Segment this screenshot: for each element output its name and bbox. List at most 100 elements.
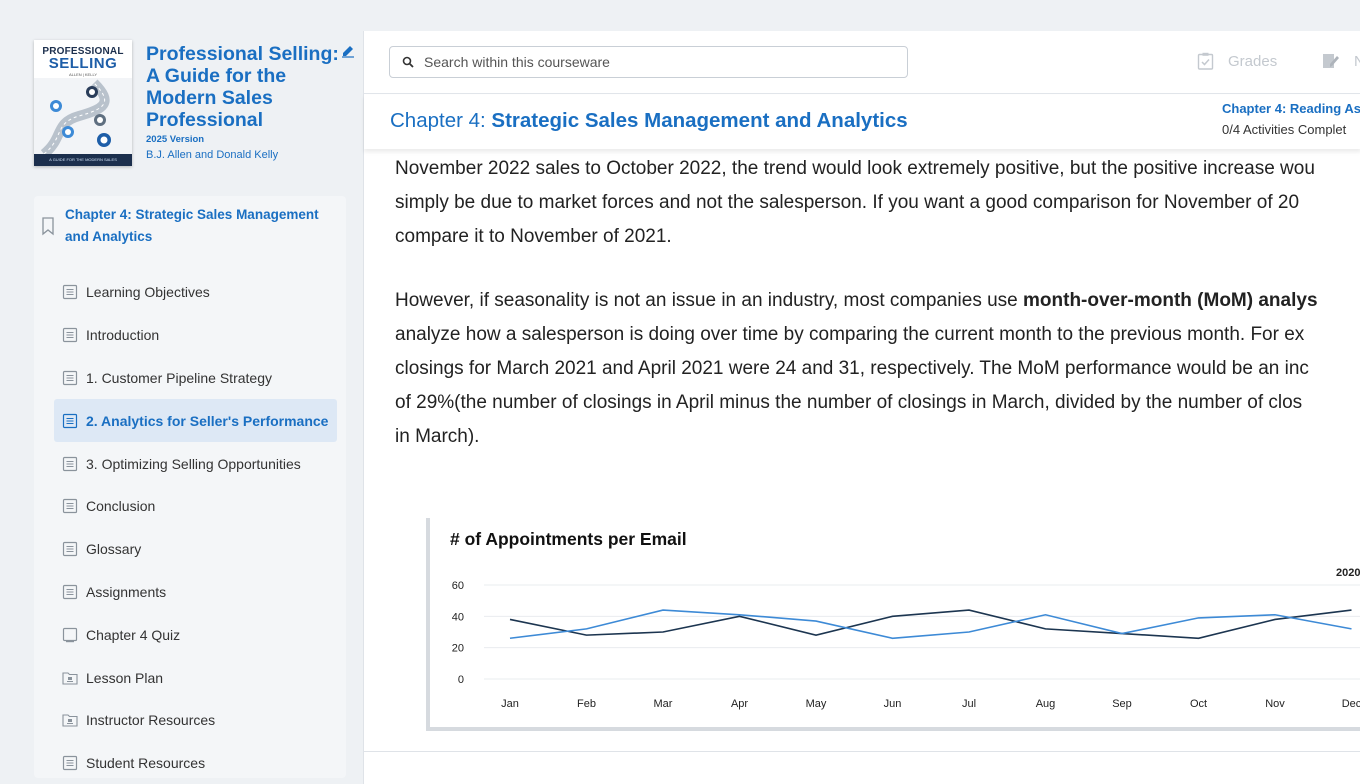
- toc-item[interactable]: Assignments: [34, 571, 346, 614]
- x-tick-label: Nov: [1265, 698, 1285, 710]
- toc-item-label: 3. Optimizing Selling Opportunities: [86, 455, 301, 472]
- toc-item-label: Conclusion: [86, 498, 156, 515]
- paragraph-text: However, if seasonality is not an issue …: [395, 290, 1024, 311]
- x-tick-label: Jul: [962, 698, 976, 710]
- toc-item[interactable]: 3. Optimizing Selling Opportunities: [34, 442, 346, 485]
- chapter-title: Strategic Sales Management and Analytics: [491, 109, 908, 132]
- activities-progress: 0/4 Activities Complet: [1222, 122, 1347, 137]
- book-header: PROFESSIONAL SELLING ALLEN | KELLY A GUI…: [34, 40, 354, 170]
- toc-item[interactable]: Lesson Plan: [34, 656, 346, 699]
- page-icon: [62, 370, 78, 386]
- bookmark-icon[interactable]: [40, 216, 56, 236]
- cover-authors: ALLEN | KELLY: [68, 72, 98, 77]
- y-tick-label: 20: [452, 643, 464, 655]
- toc-item-label: Student Resources: [86, 755, 206, 772]
- folder-icon: [62, 672, 78, 685]
- toc-item[interactable]: Learning Objectives: [34, 271, 346, 314]
- toc-item[interactable]: Chapter 4 Quiz: [34, 613, 346, 656]
- x-tick-label: Aug: [1036, 698, 1056, 710]
- clipboard-check-icon: [1197, 52, 1214, 70]
- toc-chapter-title[interactable]: Chapter 4: Strategic Sales Management an…: [65, 204, 330, 248]
- page-icon: [62, 756, 78, 771]
- toc-item-label: 1. Customer Pipeline Strategy: [86, 369, 272, 386]
- chapter-heading: Chapter 4: Strategic Sales Management an…: [390, 109, 908, 133]
- x-tick-label: May: [806, 698, 827, 710]
- toc-item-label: Lesson Plan: [86, 669, 164, 686]
- toc-item[interactable]: Glossary: [34, 528, 346, 571]
- quiz-icon: [62, 627, 78, 642]
- grades-label: Grades: [1228, 52, 1278, 70]
- toc-item-list: Learning Objectives Introduction 1. Custom…: [34, 271, 346, 778]
- folder-icon: [62, 714, 78, 727]
- paragraph-line: in March).: [395, 426, 480, 447]
- toc-item-label: Learning Objectives: [86, 284, 210, 301]
- y-tick-label: 40: [452, 611, 464, 623]
- reader-pane: Grades No Chapter 4: Strategic Sales Man…: [363, 31, 1360, 784]
- x-tick-label: Mar: [654, 698, 673, 710]
- toc-item-label: Chapter 4 Quiz: [86, 626, 181, 643]
- book-authors: B.J. Allen and Donald Kelly: [146, 149, 279, 161]
- toc-item[interactable]: Student Resources: [34, 742, 346, 778]
- x-tick-label: Dec: [1342, 698, 1360, 710]
- y-tick-label: 60: [452, 580, 464, 592]
- paragraph-line: compare it to November of 2021.: [395, 226, 672, 247]
- toc-item-label: 2. Analytics for Seller's Performance: [86, 412, 329, 429]
- search-box[interactable]: [389, 46, 908, 78]
- toc-item-label: Assignments: [86, 583, 167, 600]
- x-tick-label: Jan: [501, 698, 519, 710]
- book-cover-image: PROFESSIONAL SELLING ALLEN | KELLY A GUI…: [34, 40, 132, 166]
- page-icon: [62, 285, 78, 300]
- legend-label: 2020: [1336, 567, 1360, 579]
- toc-item[interactable]: 1. Customer Pipeline Strategy: [34, 357, 346, 400]
- toc-item[interactable]: Instructor Resources: [34, 699, 346, 742]
- cover-subtitle-band: A GUIDE FOR THE MODERN SALES PROFESSIONA…: [34, 154, 132, 166]
- search-input[interactable]: [424, 54, 884, 70]
- notes-button[interactable]: No: [1322, 52, 1360, 70]
- bold-term: month-over-month (MoM) analys: [1023, 290, 1318, 311]
- toc-item-label: Introduction: [86, 327, 160, 344]
- x-tick-label: Sep: [1112, 698, 1132, 710]
- search-icon: [402, 56, 414, 68]
- toc-item[interactable]: 2. Analytics for Seller's Performance: [54, 399, 337, 443]
- y-tick-label: 0: [458, 674, 464, 686]
- paragraph-line: However, if seasonality is not an issue …: [395, 284, 1318, 318]
- x-tick-label: Oct: [1190, 698, 1207, 710]
- paragraph-line: of 29%(the number of closings in April m…: [395, 392, 1303, 413]
- series-line-0: [509, 609, 1352, 640]
- book-version: 2025 Version: [146, 134, 205, 145]
- table-of-contents: Chapter 4: Strategic Sales Management an…: [34, 196, 346, 778]
- book-title[interactable]: Professional Selling: A Guide for the Mo…: [146, 43, 341, 131]
- page-icon: [62, 584, 78, 600]
- paragraph-line: November 2022 sales to October 2022, the…: [395, 158, 1315, 179]
- reading-content: November 2022 sales to October 2022, the…: [364, 149, 1360, 751]
- line-chart: 0 20 40 60 Jan Feb Mar Apr May Jun Jul Aug Sep Oct Nov…: [452, 567, 1360, 710]
- page-icon: [62, 542, 78, 557]
- page-icon: [62, 328, 78, 343]
- page-icon: [62, 499, 78, 514]
- page-icon: [62, 456, 78, 471]
- toc-item[interactable]: Conclusion: [34, 485, 346, 528]
- notes-label: No: [1354, 52, 1360, 70]
- content-divider: [364, 751, 1360, 752]
- paragraph-line: closings for March 2021 and April 2021 w…: [395, 358, 1309, 379]
- paragraph-line: analyze how a salesperson is doing over …: [395, 324, 1305, 345]
- cover-title-line2: SELLING: [48, 55, 118, 72]
- chapter-prefix: Chapter 4:: [390, 109, 492, 132]
- x-tick-label: Apr: [731, 698, 748, 710]
- chapter-header: Chapter 4: Strategic Sales Management an…: [364, 95, 1360, 149]
- line-chart-card: # of Appointments per Email 0 20 40 60 Jan Fe…: [426, 518, 1360, 731]
- toc-chapter-header[interactable]: Chapter 4: Strategic Sales Management an…: [34, 196, 346, 260]
- page-icon: [62, 413, 78, 428]
- reading-assignment-link[interactable]: Chapter 4: Reading As: [1222, 101, 1360, 116]
- toc-item-label: Glossary: [86, 541, 142, 558]
- cover-road-illustration: [34, 78, 132, 154]
- x-tick-label: Feb: [577, 698, 596, 710]
- x-tick-label: Jun: [884, 698, 902, 710]
- series-line-1: [509, 609, 1352, 640]
- toc-item[interactable]: Introduction: [34, 314, 346, 357]
- edit-pencil-icon[interactable]: [341, 44, 355, 58]
- paragraph-line: simply be due to market forces and not t…: [395, 192, 1300, 213]
- top-toolbar: Grades No: [364, 31, 1360, 94]
- grades-button[interactable]: Grades: [1197, 52, 1277, 70]
- notes-pencil-icon: [1323, 54, 1339, 68]
